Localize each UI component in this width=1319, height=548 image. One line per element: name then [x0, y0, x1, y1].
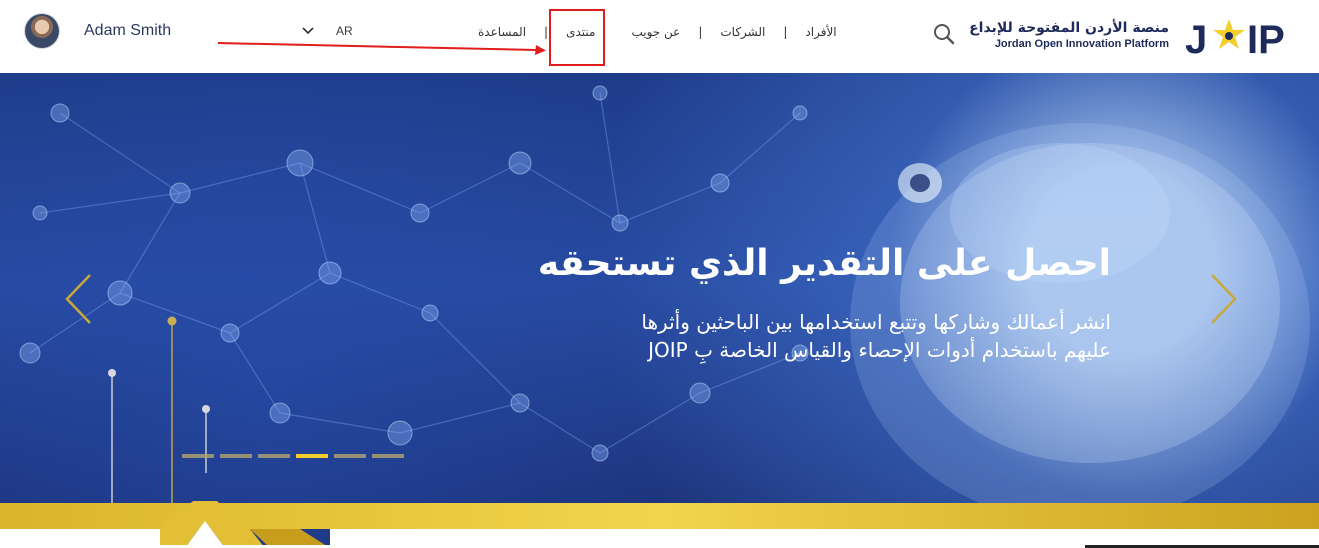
brand-name-en: Jordan Open Innovation Platform [994, 38, 1169, 50]
top-header: Adam Smith AR المساعدة | منتدى عن جويب |… [0, 0, 1319, 74]
carousel-dot[interactable] [182, 454, 214, 458]
chevron-right-icon[interactable] [1208, 273, 1238, 325]
carousel-dot-active[interactable] [296, 454, 328, 458]
annotation-arrow [218, 42, 546, 55]
hero-subline: انشر أعمالك وشاركها وتتبع استخدامها بين … [641, 310, 1111, 362]
main-nav: المساعدة | منتدى عن جويب | الشركات | الأ… [470, 9, 845, 66]
carousel-dot[interactable] [258, 454, 290, 458]
chevron-down-icon [302, 27, 314, 35]
nav-help[interactable]: المساعدة [470, 25, 534, 39]
search-icon[interactable] [933, 23, 955, 45]
nav-separator: | [698, 25, 703, 39]
svg-text:IP: IP [1247, 18, 1285, 57]
nav-companies[interactable]: الشركات [712, 25, 773, 39]
nav-individuals[interactable]: الأفراد [797, 25, 844, 39]
carousel-dot[interactable] [334, 454, 366, 458]
language-selector[interactable]: AR [302, 24, 353, 38]
user-name[interactable]: Adam Smith [84, 22, 171, 40]
hero-carousel: احصل على التقدير الذي تستحقه انشر أعمالك… [0, 73, 1319, 548]
forum-highlight-box [549, 9, 605, 66]
carousel-indicators [182, 454, 404, 458]
chevron-left-icon[interactable] [64, 273, 94, 325]
joip-logo[interactable]: J IP [1185, 15, 1303, 57]
language-value: AR [336, 24, 353, 38]
brand-name-ar: منصة الأردن المفتوحة للإبداع [969, 20, 1169, 36]
hero-headline: احصل على التقدير الذي تستحقه [537, 243, 1111, 284]
avatar[interactable] [25, 14, 59, 48]
gold-ribbon [0, 501, 1319, 548]
svg-text:J: J [1185, 18, 1207, 57]
carousel-dot[interactable] [372, 454, 404, 458]
nav-about[interactable]: عن جويب [623, 25, 688, 39]
nav-separator: | [783, 25, 788, 39]
brand-text: منصة الأردن المفتوحة للإبداع Jordan Open… [969, 20, 1169, 50]
carousel-dot[interactable] [220, 454, 252, 458]
user-menu[interactable]: Adam Smith [25, 14, 171, 48]
